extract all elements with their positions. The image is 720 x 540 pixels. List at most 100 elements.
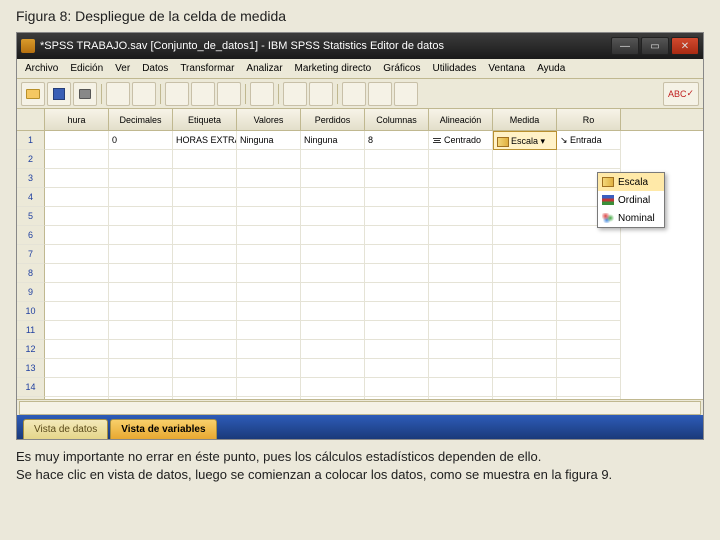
row-number[interactable]: 10 — [17, 302, 45, 321]
row-number[interactable]: 12 — [17, 340, 45, 359]
cell[interactable] — [45, 131, 109, 150]
col-header[interactable]: Alineación — [429, 109, 493, 130]
toolbar-separator — [101, 84, 102, 104]
save-button[interactable] — [47, 82, 71, 106]
cell-medida[interactable]: Escala ▾ — [493, 131, 557, 150]
spellcheck-button[interactable]: ABC✓ — [663, 82, 699, 106]
dropdown-item-nominal[interactable]: Nominal — [598, 209, 664, 227]
medida-dropdown[interactable]: Escala Ordinal Nominal — [597, 172, 665, 228]
align-center-icon — [432, 137, 442, 145]
table-row: 10 — [17, 302, 703, 321]
table-row: 14 — [17, 378, 703, 397]
toolbar-button[interactable] — [165, 82, 189, 106]
table-row: 7 — [17, 245, 703, 264]
menu-archivo[interactable]: Archivo — [19, 61, 64, 76]
row-number[interactable]: 3 — [17, 169, 45, 188]
horizontal-scrollbar[interactable] — [17, 399, 703, 415]
toolbar-button[interactable] — [106, 82, 130, 106]
dropdown-item-escala[interactable]: Escala — [598, 173, 664, 191]
toolbar-button[interactable] — [191, 82, 215, 106]
row-number[interactable]: 1 — [17, 131, 45, 150]
toolbar-separator — [245, 84, 246, 104]
col-header[interactable]: Medida — [493, 109, 557, 130]
footer-p2: Se hace clic en vista de datos, luego se… — [16, 466, 704, 484]
table-row: 1 0 HORAS EXTRAS Ninguna Ninguna 8 Centr… — [17, 131, 703, 150]
figure-caption: Figura 8: Despliegue de la celda de medi… — [0, 0, 720, 32]
tab-vista-variables[interactable]: Vista de variables — [110, 419, 216, 439]
row-number[interactable]: 4 — [17, 188, 45, 207]
window-titlebar: *SPSS TRABAJO.sav [Conjunto_de_datos1] -… — [17, 33, 703, 59]
toolbar-button[interactable] — [342, 82, 366, 106]
menu-ayuda[interactable]: Ayuda — [531, 61, 571, 76]
row-number[interactable]: 7 — [17, 245, 45, 264]
menu-ver[interactable]: Ver — [109, 61, 136, 76]
row-number[interactable]: 14 — [17, 378, 45, 397]
col-header[interactable]: Valores — [237, 109, 301, 130]
table-row: 8 — [17, 264, 703, 283]
toolbar-button[interactable] — [132, 82, 156, 106]
tab-vista-datos[interactable]: Vista de datos — [23, 419, 108, 439]
table-row: 6 — [17, 226, 703, 245]
menu-utilidades[interactable]: Utilidades — [426, 61, 482, 76]
minimize-button[interactable]: — — [611, 37, 639, 55]
table-row: 11 — [17, 321, 703, 340]
menu-edicion[interactable]: Edición — [64, 61, 109, 76]
toolbar-button[interactable] — [309, 82, 333, 106]
spss-window: *SPSS TRABAJO.sav [Conjunto_de_datos1] -… — [16, 32, 704, 440]
menu-ventana[interactable]: Ventana — [482, 61, 531, 76]
menu-graficos[interactable]: Gráficos — [377, 61, 426, 76]
grid-rows: 1 0 HORAS EXTRAS Ninguna Ninguna 8 Centr… — [17, 131, 703, 399]
cell-valores[interactable]: Ninguna — [237, 131, 301, 150]
col-header[interactable]: Etiqueta — [173, 109, 237, 130]
print-icon — [79, 89, 91, 99]
app-system-icon — [21, 39, 35, 53]
print-button[interactable] — [73, 82, 97, 106]
row-number[interactable]: 9 — [17, 283, 45, 302]
cell-decimales[interactable]: 0 — [109, 131, 173, 150]
cell-alineacion[interactable]: Centrado — [429, 131, 493, 150]
col-header[interactable]: hura — [45, 109, 109, 130]
cell-columnas[interactable]: 8 — [365, 131, 429, 150]
table-row: 13 — [17, 359, 703, 378]
toolbar-button[interactable] — [217, 82, 241, 106]
row-number[interactable]: 2 — [17, 150, 45, 169]
row-number[interactable]: 13 — [17, 359, 45, 378]
dropdown-item-ordinal[interactable]: Ordinal — [598, 191, 664, 209]
row-number[interactable]: 5 — [17, 207, 45, 226]
toolbar-button[interactable] — [368, 82, 392, 106]
row-number[interactable]: 6 — [17, 226, 45, 245]
menu-transformar[interactable]: Transformar — [174, 61, 240, 76]
col-header[interactable]: Decimales — [109, 109, 173, 130]
col-header[interactable]: Perdidos — [301, 109, 365, 130]
open-button[interactable] — [21, 82, 45, 106]
cell-perdidos[interactable]: Ninguna — [301, 131, 365, 150]
table-row: 2 — [17, 150, 703, 169]
column-headers: hura Decimales Etiqueta Valores Perdidos… — [17, 109, 703, 131]
dots-icon — [602, 213, 614, 223]
menu-datos[interactable]: Datos — [136, 61, 174, 76]
menu-marketing[interactable]: Marketing directo — [289, 61, 378, 76]
menu-analizar[interactable]: Analizar — [240, 61, 288, 76]
data-grid: hura Decimales Etiqueta Valores Perdidos… — [17, 109, 703, 415]
bars-icon — [602, 195, 614, 205]
toolbar-separator — [337, 84, 338, 104]
maximize-button[interactable]: ▭ — [641, 37, 669, 55]
grid-corner — [17, 109, 45, 130]
row-number[interactable]: 8 — [17, 264, 45, 283]
folder-icon — [26, 89, 40, 99]
footer-p1: Es muy importante no errar en éste punto… — [16, 448, 704, 466]
toolbar: ABC✓ — [17, 79, 703, 109]
window-title: *SPSS TRABAJO.sav [Conjunto_de_datos1] -… — [40, 40, 611, 52]
toolbar-button[interactable] — [394, 82, 418, 106]
row-number[interactable]: 11 — [17, 321, 45, 340]
toolbar-button[interactable] — [283, 82, 307, 106]
close-button[interactable]: ✕ — [671, 37, 699, 55]
cell-etiqueta[interactable]: HORAS EXTRAS — [173, 131, 237, 150]
table-row: 12 — [17, 340, 703, 359]
cell-rol[interactable]: ↘ Entrada — [557, 131, 621, 150]
scrollbar-track[interactable] — [19, 401, 701, 415]
col-header[interactable]: Columnas — [365, 109, 429, 130]
col-header[interactable]: Ro — [557, 109, 621, 130]
toolbar-button[interactable] — [250, 82, 274, 106]
toolbar-separator — [278, 84, 279, 104]
